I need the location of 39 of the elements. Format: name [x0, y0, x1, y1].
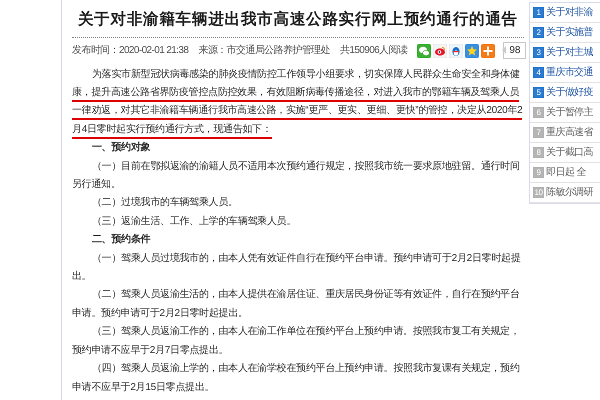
rank-number: 3: [533, 47, 544, 58]
article-paragraph: （一）目前在鄂拟返渝的渝籍人员不适用本次预约通行规定，按照我市统一要求原地驻留。通行时间另行通知。: [72, 160, 521, 192]
chat-bubbles-icon[interactable]: [417, 44, 432, 58]
news-link[interactable]: 关于暂停主: [546, 105, 594, 120]
rank-number: 10: [533, 187, 544, 198]
rank-number: 5: [533, 87, 544, 98]
article-paragraph: （二）过境我市的车辆驾乘人员。: [91, 196, 239, 210]
plus-icon[interactable]: [481, 44, 496, 58]
article-paragraph: （一）驾乘人员过境我市的，由本人凭有效证件自行在预约平台申请。预约申请可于2月2日零时起提出。: [72, 252, 522, 284]
news-link[interactable]: 关于截口高: [546, 145, 594, 160]
news-link[interactable]: 重庆高速省: [546, 125, 594, 140]
news-link[interactable]: 即日起 全: [546, 165, 586, 180]
rank-number: 6: [533, 107, 544, 118]
eye-icon[interactable]: [433, 44, 448, 58]
news-link[interactable]: 关于对主城: [546, 45, 594, 60]
source-text: 来源：市交通局公路养护管理处: [198, 44, 330, 58]
article-paragraph: （四）驾乘人员返渝上学的，由本人在渝学校在预约平台上预约申请。按照我市复课有关规定，预约申请不应早于2月15日零点提出。: [72, 362, 521, 394]
article-paragraph: （三）驾乘人员返渝工作的，由本人在渝工作单位在预约平台上预约申请。按照我市复工有关规定，预约申请不应早于2月7日零点提出。: [72, 324, 521, 358]
rank-number: 2: [533, 27, 544, 38]
article-paragraph: 为落实市新型冠状病毒感染的肺炎疫情防控工作领导小组要求，切实保障人民群众生命安全和身体健 康，提升高速公路省界防疫管控点防控效果，有效阻断病毒传播途径，对进入我市的鄂籍车辆及驾乘人员一律劝返，对其它非渝籍车辆通行我市高速公路，实施“更严、更实、更细、更快”的管控，决定从2020年2月4日零时起实行预约通行方式，现通告如下：: [72, 66, 524, 140]
penguin-icon[interactable]: [449, 44, 464, 58]
rank-number: 4: [533, 67, 544, 78]
rank-number: 9: [533, 167, 544, 178]
publish-time: 发布时间：2020-02-01 21:38: [72, 44, 188, 58]
article-title: 关于对非渝籍车辆进出我市高速公路实行网上预约通行的通告: [76, 8, 520, 30]
section-heading: 一、预约对象: [91, 140, 152, 156]
read-count: 共150906人阅读: [340, 44, 408, 58]
news-link[interactable]: 关于做好疫: [546, 85, 594, 100]
news-link[interactable]: 关于对非渝: [546, 5, 594, 20]
news-link[interactable]: 关于实施普: [546, 25, 594, 40]
section-heading: 二、预约条件: [91, 232, 152, 248]
news-link[interactable]: 陈敏尔调研: [546, 185, 594, 200]
rank-number: 7: [533, 127, 544, 138]
news-link[interactable]: 重庆市交通: [546, 65, 594, 80]
star-icon[interactable]: [465, 44, 480, 58]
article-paragraph: （二）驾乘人员返渝生活的，由本人提供在渝居住证、重庆居民身份证等有效证件，自行在预约平台申请。预约申请可于2月2日零时起提出。: [72, 288, 521, 321]
rank-number: 1: [533, 7, 544, 18]
article-paragraph: （三）返渝生活、工作、上学的车辆驾乘人员。: [91, 214, 298, 229]
rank-number: 8: [533, 147, 544, 158]
